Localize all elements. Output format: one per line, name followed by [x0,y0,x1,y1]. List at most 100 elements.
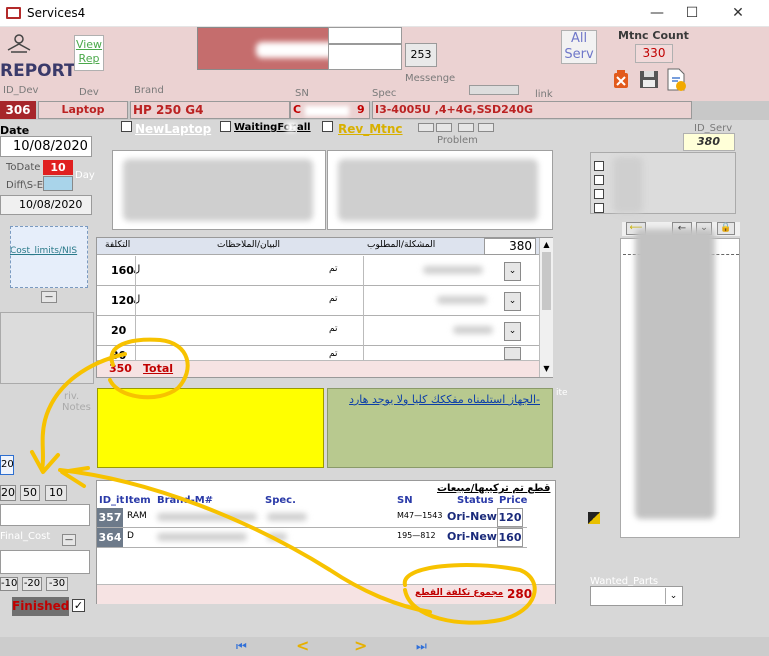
final-cost-label: Final_Cost [0,531,51,542]
header-bar: REPORT View Rep 253 Messenge link All Se… [0,27,769,102]
message-field[interactable] [328,44,402,70]
dropdown-chevron-icon[interactable]: ⌄ [504,322,521,341]
parts-row[interactable]: 364 D 195—812 Ori-New 160 [97,528,527,548]
option-checkbox-3[interactable] [594,189,604,199]
wanted-parts-select[interactable]: ⌄ [590,586,683,606]
start-date-field[interactable]: 10/08/2020 [0,195,92,215]
green-notes-box[interactable]: -الجهاز استلمناه مفككك كليا ولا يوجد هار… [327,388,553,468]
service-row[interactable]: 120 ل تم ⌄ [97,286,539,316]
scroll-up-icon[interactable]: ▲ [541,240,552,250]
finished-checkbox[interactable]: ✓ [72,599,85,612]
service-cost: 120 [111,294,134,307]
minus-30-button[interactable]: -30 [46,577,68,591]
lock-icon[interactable]: 🔒 [717,222,735,235]
parts-row[interactable]: 357 RAM M47—1543 Ori-New 120 [97,508,527,528]
all-serv-button[interactable]: All Serv [561,30,597,64]
sn-partial: C [293,103,302,116]
bottom-bar: ⏮ < > ⏭ [0,636,769,656]
problem-description-box[interactable] [112,150,326,230]
prev-record-icon[interactable]: < [296,636,309,655]
messenge-label: Messenge [405,73,456,84]
combo-field[interactable] [469,85,519,95]
spec-field[interactable]: I3-4005U ,4+4G,SSD240G [372,101,692,119]
redacted-part-spec [267,533,287,541]
option-checkbox-4[interactable] [594,203,604,213]
service-row[interactable]: 160 ل تم ⌄ [97,256,539,286]
minus-10-button[interactable]: -10 [0,577,18,591]
nav-last-button[interactable] [478,123,494,132]
option-checkbox-1[interactable] [594,161,604,171]
final-cost-dash-button[interactable]: — [62,534,76,546]
date-field[interactable]: 10/08/2020 [0,136,92,157]
close-button[interactable]: ✕ [723,2,753,24]
maximize-button[interactable]: ☐ [677,2,707,24]
services-total-value: 350 [109,362,132,375]
diff-field[interactable] [43,176,73,191]
part-sn: 195—812 [397,531,436,540]
services-scrollbar[interactable]: ▲ ▼ [539,238,553,377]
priv-notes-label-2: Notes [62,402,91,413]
device-accessories-box[interactable] [327,150,553,230]
brand-field[interactable]: HP 250 G4 [130,101,290,119]
resize-grip-icon[interactable] [588,512,600,524]
delete-icon[interactable] [612,69,630,89]
option-checkbox-2[interactable] [594,175,604,185]
count-box: 253 [405,43,437,67]
view-rep-line1: View [75,38,103,51]
minimize-button[interactable]: — [642,2,672,24]
last-record-icon[interactable]: ⏭ [416,639,427,654]
new-laptop-checkbox[interactable] [121,121,132,132]
services-grid: التكلفة البيان/الملاحظات المشكلة/المطلوب… [96,237,553,378]
service-note: تم [329,294,338,304]
redacted-sn [305,106,349,116]
service-row[interactable]: 20 تم ⌄ [97,316,539,346]
diff-label: Diff\S-E [6,180,44,191]
part-status: Ori-New [447,530,497,543]
final-cost-field[interactable] [0,504,90,526]
right-list-panel[interactable] [620,229,740,538]
id-serv-field: 380 [683,133,735,151]
view-rep-button[interactable]: View Rep [74,35,104,71]
parts-grid: قطع تم تركيبها/مبيعات ID_it Item Brand-M… [96,480,556,604]
minus-20-button[interactable]: -20 [22,577,42,591]
final-cost-input[interactable] [0,550,90,574]
customer-phone-field[interactable] [328,27,402,44]
brand-label: Brand [134,85,164,96]
service-row[interactable]: 30 تم [97,346,539,360]
cost-limits-field[interactable] [10,226,88,288]
waiting-for-tail: all [297,122,311,133]
yellow-notes-box[interactable] [97,388,324,468]
cost-limits-dash-button[interactable]: — [41,291,57,303]
dropdown-chevron-icon[interactable] [504,347,521,360]
service-note: تم [329,264,338,274]
qty-10-button[interactable]: 10 [45,485,67,501]
nav-first-button[interactable] [418,123,434,132]
part-sn: M47—1543 [397,511,443,520]
services-current-id[interactable]: 380 [484,238,536,255]
sn-field[interactable]: C 9 [290,101,370,119]
scroll-thumb[interactable] [542,252,551,310]
new-record-icon[interactable] [666,68,688,92]
rev-mtnc-checkbox[interactable] [322,121,333,132]
parts-title: قطع تم تركيبها/مبيعات [437,483,551,494]
scroll-down-icon[interactable]: ▼ [541,364,552,374]
id-dev-label: ID_Dev [3,85,39,96]
private-notes-area[interactable] [0,312,94,384]
annotation-arrowhead-left [60,466,90,488]
next-record-icon[interactable]: > [354,636,367,655]
nav-prev-button[interactable] [436,123,452,132]
nav-next-button[interactable] [458,123,474,132]
mtnc-count-value: 330 [635,44,673,63]
dropdown-chevron-icon[interactable]: ⌄ [504,262,521,281]
qty-50-button[interactable]: 50 [20,485,40,501]
qty-20-button[interactable]: 20 [0,485,16,501]
chevron-down-icon[interactable]: ⌄ [665,588,681,604]
waiting-for-checkbox[interactable] [220,121,231,132]
redacted-part-spec [267,513,307,521]
first-record-icon[interactable]: ⏮ [236,639,247,654]
parts-price-header: Price [499,495,528,506]
dev-type-field[interactable]: Laptop [38,101,128,119]
dropdown-chevron-icon[interactable]: ⌄ [504,292,521,311]
save-icon[interactable] [639,70,659,89]
qty-20-top-button[interactable]: 20 [0,455,14,475]
